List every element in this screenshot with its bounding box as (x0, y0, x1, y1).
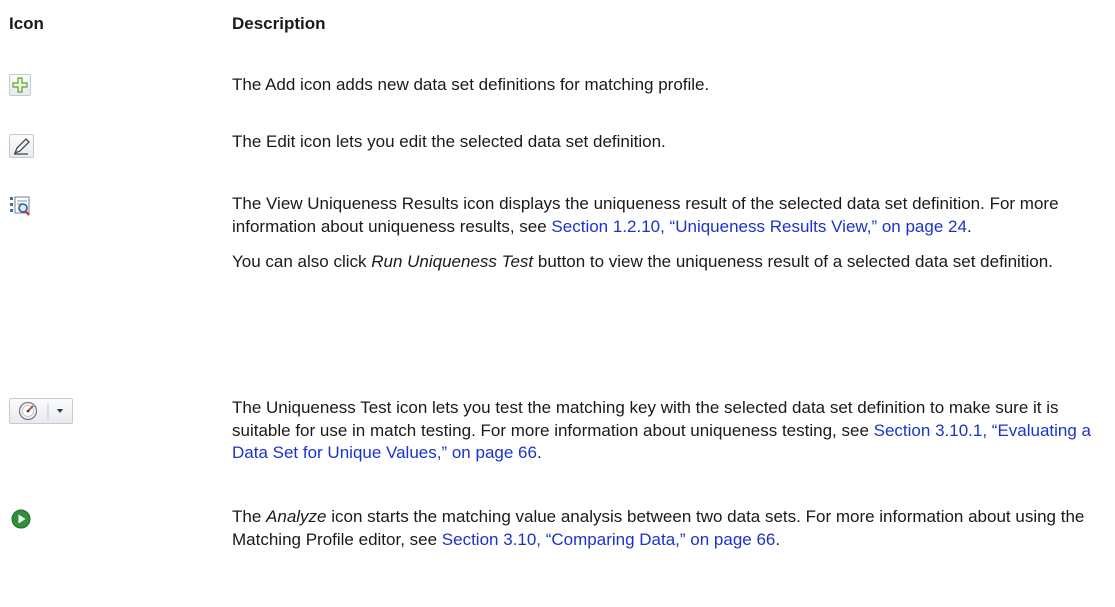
edit-icon-description: The Edit icon lets you edit the selected… (232, 132, 666, 151)
comparing-data-link[interactable]: Section 3.10, “Comparing Data,” on page … (442, 530, 776, 549)
add-icon-description: The Add icon adds new data set definitio… (232, 75, 710, 94)
uniqueness-test-dropdown-button (9, 398, 73, 424)
uniqueness-test-gauge-icon (18, 401, 63, 421)
icon-column-header: Icon (9, 14, 44, 33)
analyze-play-icon (11, 509, 31, 534)
uniqueness-test-description: The Uniqueness Test icon lets you test t… (232, 398, 1092, 462)
uniqueness-results-view-link[interactable]: Section 1.2.10, “Uniqueness Results View… (551, 217, 967, 236)
description-column-header: Description (232, 14, 326, 33)
analyze-description: The Analyze icon starts the matching val… (232, 507, 1085, 549)
view-uniqueness-results-description: The View Uniqueness Results icon display… (232, 194, 1059, 271)
view-uniqueness-results-icon (9, 195, 33, 222)
